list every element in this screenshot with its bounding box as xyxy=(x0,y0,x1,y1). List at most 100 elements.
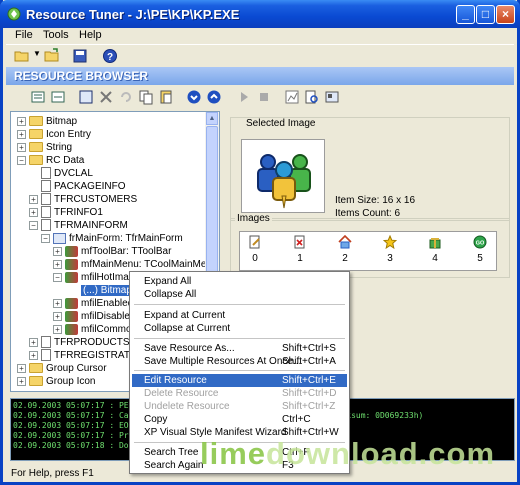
tree-node-selected[interactable]: (...) Bitmap xyxy=(81,284,134,297)
close-button[interactable]: × xyxy=(496,5,515,24)
tree-node[interactable]: + String xyxy=(17,141,72,154)
maximize-button[interactable]: □ xyxy=(476,5,495,24)
collapse-icon[interactable]: − xyxy=(41,233,50,243)
tree-node[interactable]: + mfilCommo xyxy=(53,323,132,336)
delete-icon[interactable] xyxy=(98,89,114,105)
browser-toolbar xyxy=(6,85,514,109)
tree-node[interactable]: + TFRPRODUCTS xyxy=(29,336,130,349)
tree-node[interactable]: + TFRCUSTOMERS xyxy=(29,193,137,206)
collapse-icon[interactable]: − xyxy=(29,220,38,230)
play-icon[interactable] xyxy=(236,89,252,105)
image-index: 0 xyxy=(252,253,258,264)
expand-icon[interactable]: + xyxy=(53,311,62,321)
tree-node[interactable]: PACKAGEINFO xyxy=(41,180,126,193)
tree-node[interactable]: + TFRREGISTRATIO xyxy=(29,349,140,362)
properties-icon[interactable] xyxy=(324,89,340,105)
tree-node-label: mfilEnabled xyxy=(81,298,134,309)
menu-separator xyxy=(134,338,345,339)
tree-node-label: Group Cursor xyxy=(46,363,107,374)
expand-icon[interactable]: + xyxy=(53,298,62,308)
dropdown-arrow-icon[interactable]: ▼ xyxy=(33,49,41,58)
component-icon xyxy=(65,258,78,270)
menu-item-edit-resource[interactable]: Edit Resource Shift+Ctrl+E xyxy=(132,374,347,387)
select-icon[interactable] xyxy=(78,89,94,105)
image-preview xyxy=(241,139,325,213)
image-item[interactable]: 3 xyxy=(375,235,405,264)
menu-item-collapse-at-current[interactable]: Collapse at Current xyxy=(132,322,347,335)
save-icon[interactable] xyxy=(72,48,88,64)
expand-icon[interactable]: + xyxy=(17,376,26,386)
copy-icon[interactable] xyxy=(138,89,154,105)
minimize-button[interactable]: _ xyxy=(456,5,475,24)
images-strip[interactable]: 0 1 2 3 4 GO 5 xyxy=(239,231,497,271)
search-icon[interactable] xyxy=(304,89,320,105)
tree-node[interactable]: − TFRMAINFORM xyxy=(29,219,128,232)
expand-icon[interactable]: + xyxy=(53,324,62,334)
expand-icon[interactable]: + xyxy=(29,207,38,217)
menu-item-collapse-all[interactable]: Collapse All xyxy=(132,288,347,301)
component-icon xyxy=(65,323,78,335)
expand-icon[interactable]: + xyxy=(17,363,26,373)
move-down-icon[interactable] xyxy=(186,89,202,105)
log-line: 02.09.2003 05:07:18 : Done. xyxy=(13,441,144,450)
menu-item-expand-at-current[interactable]: Expand at Current xyxy=(132,309,347,322)
expand-all-icon[interactable] xyxy=(30,89,46,105)
tree-node[interactable]: + Icon Entry xyxy=(17,128,91,141)
menu-item-undelete-resource[interactable]: Undelete Resource Shift+Ctrl+Z xyxy=(132,400,347,413)
undelete-icon[interactable] xyxy=(118,89,134,105)
menu-item-expand-all[interactable]: Expand All xyxy=(132,275,347,288)
menu-item-save-resource[interactable]: Save Resource As... Shift+Ctrl+S xyxy=(132,342,347,355)
expand-icon[interactable]: + xyxy=(17,142,26,152)
collapse-icon[interactable]: − xyxy=(17,155,26,165)
tree-node-label: String xyxy=(46,142,73,153)
tree-node[interactable]: + mfToolBar: TToolBar xyxy=(53,245,171,258)
image-item[interactable]: 1 xyxy=(285,235,315,264)
collapse-all-icon[interactable] xyxy=(50,89,66,105)
expand-icon[interactable]: + xyxy=(29,337,38,347)
menu-help[interactable]: Help xyxy=(79,29,102,41)
tree-node[interactable]: + TFRINFO1 xyxy=(29,206,103,219)
expand-icon[interactable]: + xyxy=(29,350,38,360)
collapse-icon[interactable]: − xyxy=(53,272,62,282)
folder-icon xyxy=(29,155,43,166)
menu-file[interactable]: File xyxy=(15,29,33,41)
image-item[interactable]: GO 5 xyxy=(465,235,495,264)
expand-icon[interactable]: + xyxy=(17,129,26,139)
scroll-up-icon[interactable]: ▲ xyxy=(206,112,218,125)
tree-node[interactable]: − RC Data xyxy=(17,154,84,167)
tree-node[interactable]: + mfMainMenu: TCoolMainMenu xyxy=(53,258,218,271)
tree-node[interactable]: − frMainForm: TfrMainForm xyxy=(41,232,183,245)
open-file-icon[interactable] xyxy=(14,48,30,64)
tree-node[interactable]: + Group Cursor xyxy=(17,362,107,375)
go-icon: GO xyxy=(473,235,487,249)
tree-node[interactable]: + mfilEnabled xyxy=(53,297,133,310)
menu-item-delete-resource[interactable]: Delete Resource Shift+Ctrl+D xyxy=(132,387,347,400)
help-icon[interactable]: ? xyxy=(102,48,118,64)
users-group-icon xyxy=(257,154,311,209)
menu-item-save-multiple[interactable]: Save Multiple Resources At Once... Shift+… xyxy=(132,355,347,368)
chart-icon[interactable] xyxy=(284,89,300,105)
expand-icon[interactable]: + xyxy=(53,246,62,256)
paste-icon[interactable] xyxy=(158,89,174,105)
expand-icon[interactable]: + xyxy=(29,194,38,204)
title-bar[interactable]: Resource Tuner - J:\PE\KP\KP.EXE _ □ × xyxy=(0,0,520,28)
images-group: Images 0 1 2 3 4 GO 5 xyxy=(230,213,510,278)
stop-icon[interactable] xyxy=(256,89,272,105)
folder-icon xyxy=(29,142,43,153)
tree-node-label: TFRCUSTOMERS xyxy=(54,194,138,205)
tree-node[interactable]: + mfilDisable xyxy=(53,310,130,323)
image-item[interactable]: 4 xyxy=(420,235,450,264)
image-item[interactable]: 0 xyxy=(240,235,270,264)
expand-icon[interactable]: + xyxy=(17,116,26,126)
selected-image-group: Selected Image Item Size: 16 x 16 Items … xyxy=(230,117,510,221)
expand-icon[interactable]: + xyxy=(53,259,62,269)
tree-node-label: DVCLAL xyxy=(54,168,93,179)
menu-tools[interactable]: Tools xyxy=(43,29,69,41)
open-folder-icon[interactable] xyxy=(44,48,60,64)
tree-node[interactable]: + Group Icon xyxy=(17,375,95,388)
tree-node[interactable]: DVCLAL xyxy=(41,167,93,180)
tree-node[interactable]: + Bitmap xyxy=(17,115,77,128)
move-up-icon[interactable] xyxy=(206,89,222,105)
image-item[interactable]: 2 xyxy=(330,235,360,264)
menu-item-copy[interactable]: Copy Ctrl+C xyxy=(132,413,347,426)
